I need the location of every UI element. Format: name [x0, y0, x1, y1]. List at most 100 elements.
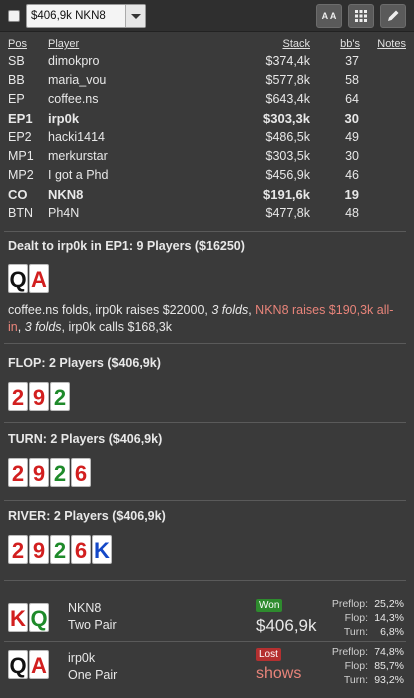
font-size-button[interactable]: A A	[316, 4, 342, 28]
chevron-down-icon[interactable]	[125, 5, 145, 27]
header-pos[interactable]: Pos	[8, 38, 27, 50]
playing-card: 2	[8, 535, 28, 564]
summary-player-name: NKN8	[68, 601, 102, 615]
edit-button[interactable]	[380, 4, 406, 28]
table-row[interactable]: EP1 irp0k $303,3k 30	[0, 109, 414, 128]
table-row[interactable]: BB maria_vou $577,8k 58	[0, 71, 414, 90]
row-pos: BTN	[8, 206, 33, 220]
table-row[interactable]: BTN Ph4N $477,8k 48	[0, 204, 414, 223]
table-row[interactable]: MP2 I got a Phd $456,9k 46	[0, 166, 414, 185]
font-size-icon: A A	[321, 11, 337, 21]
row-stack: $191,6k	[263, 187, 310, 202]
row-bbs: 58	[345, 73, 359, 87]
header-stack[interactable]: Stack	[282, 38, 310, 50]
table-row[interactable]: MP1 merkurstar $303,5k 30	[0, 147, 414, 166]
divider	[4, 580, 406, 581]
equity-label: Turn:	[343, 674, 368, 686]
playing-card: 9	[29, 458, 49, 487]
row-player: dimokpro	[48, 54, 100, 68]
row-pos: CO	[8, 187, 28, 202]
playing-card: 2	[8, 458, 28, 487]
row-stack: $643,4k	[265, 92, 310, 106]
divider	[4, 343, 406, 344]
equity-label: Flop:	[344, 612, 368, 624]
preflop-action: coffee.ns folds, irp0k raises $22000, 3 …	[8, 302, 404, 336]
summary-hand-rank: One Pair	[68, 668, 118, 682]
equity-value: 93,2%	[374, 674, 404, 686]
row-pos: SB	[8, 54, 25, 68]
table-row[interactable]: CO NKN8 $191,6k 19	[0, 185, 414, 204]
row-pos: EP	[8, 92, 25, 106]
summary-player-name: irp0k	[68, 651, 96, 665]
row-stack: $456,9k	[265, 168, 310, 182]
table-row[interactable]: SB dimokpro $374,4k 37	[0, 52, 414, 71]
row-player: Ph4N	[48, 206, 80, 220]
playing-card: 9	[29, 382, 49, 411]
row-stack: $477,8k	[265, 206, 310, 220]
river-title: RIVER: 2 Players ($406,9k)	[8, 509, 166, 523]
row-bbs: 46	[345, 168, 359, 182]
equity-label: Flop:	[344, 660, 368, 672]
table-row[interactable]: EP2 hacki1414 $486,5k 49	[0, 128, 414, 147]
action-text: , irp0k calls $168,3k	[61, 320, 173, 334]
action-text: coffee.ns folds, irp0k raises $22000,	[8, 303, 212, 317]
row-stack: $577,8k	[265, 73, 310, 87]
row-pos: EP2	[8, 130, 32, 144]
playing-card: Q	[29, 603, 49, 632]
divider	[4, 231, 406, 232]
divider	[4, 500, 406, 501]
shows-label: shows	[256, 665, 302, 682]
row-player: irp0k	[48, 111, 80, 126]
pencil-icon	[388, 10, 399, 21]
playing-card: 2	[50, 535, 70, 564]
toolbar: $406,9k NKN8 A A	[0, 0, 414, 32]
equity-value: 25,2%	[374, 598, 404, 610]
grid-button[interactable]	[348, 4, 374, 28]
playing-card: 6	[71, 458, 91, 487]
row-bbs: 37	[345, 54, 359, 68]
equity-label: Turn:	[343, 626, 368, 638]
row-bbs: 30	[344, 111, 359, 126]
playing-card: 9	[29, 535, 49, 564]
divider	[4, 641, 406, 642]
row-stack: $303,3k	[263, 111, 310, 126]
playing-card: 2	[50, 382, 70, 411]
hand-select-value: $406,9k NKN8	[31, 10, 106, 22]
header-notes[interactable]: Notes	[377, 38, 406, 50]
playing-card: 2	[8, 382, 28, 411]
playing-card: 2	[50, 458, 70, 487]
playing-card: Q	[8, 264, 28, 293]
hand-select[interactable]: $406,9k NKN8	[26, 4, 146, 28]
row-pos: MP2	[8, 168, 34, 182]
lost-badge: Lost	[256, 648, 281, 661]
row-player: maria_vou	[48, 73, 107, 87]
row-player: merkurstar	[48, 149, 108, 163]
hand-checkbox[interactable]	[8, 10, 20, 22]
divider	[4, 422, 406, 423]
row-bbs: 49	[345, 130, 359, 144]
equity-label: Preflop:	[331, 598, 368, 610]
equity-value: 85,7%	[374, 660, 404, 672]
row-player: coffee.ns	[48, 92, 99, 106]
table-row[interactable]: EP coffee.ns $643,4k 64	[0, 90, 414, 109]
row-bbs: 19	[344, 187, 359, 202]
header-bbs[interactable]: bb's	[340, 38, 360, 50]
playing-card: A	[29, 650, 49, 679]
playing-card: 6	[71, 535, 91, 564]
header-player[interactable]: Player	[48, 38, 79, 50]
playing-card: Q	[8, 650, 28, 679]
equity-value: 14,3%	[374, 612, 404, 624]
row-player: I got a Phd	[48, 168, 109, 182]
playing-card: A	[29, 264, 49, 293]
turn-title: TURN: 2 Players ($406,9k)	[8, 432, 163, 446]
row-pos: MP1	[8, 149, 34, 163]
row-player: NKN8	[48, 187, 84, 202]
row-stack: $374,4k	[265, 54, 310, 68]
equity-label: Preflop:	[331, 646, 368, 658]
playing-card: K	[92, 535, 112, 564]
action-folds: 3 folds	[24, 320, 62, 334]
won-badge: Won	[256, 599, 283, 612]
row-bbs: 30	[345, 149, 359, 163]
flop-title: FLOP: 2 Players ($406,9k)	[8, 356, 161, 370]
equity-value: 6,8%	[380, 626, 404, 638]
